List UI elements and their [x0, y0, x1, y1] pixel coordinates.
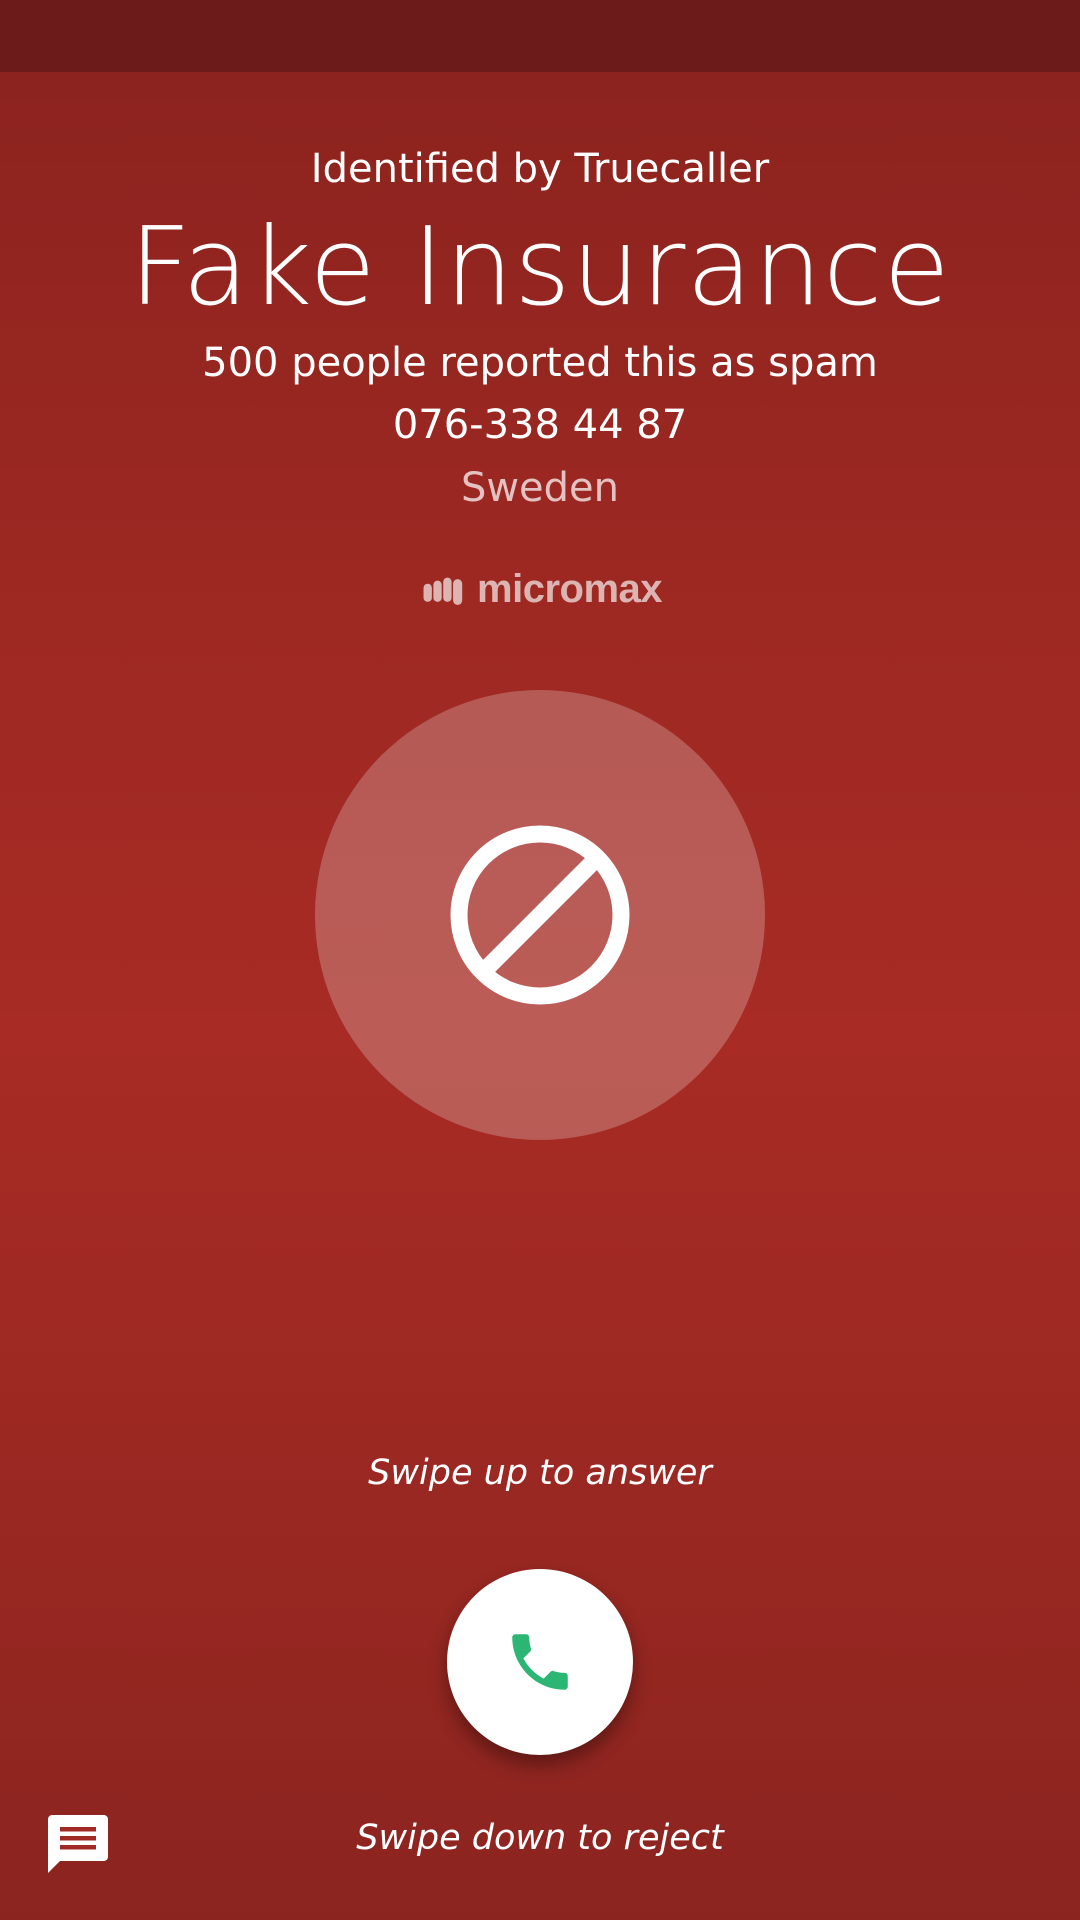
caller-phone-number: 076-338 44 87	[392, 402, 688, 448]
message-icon[interactable]	[46, 1813, 110, 1877]
micromax-logo: micromax	[422, 566, 662, 612]
spam-report-count: 500 people reported this as spam	[202, 340, 878, 386]
micromax-logo-text: micromax	[477, 567, 662, 611]
caller-country: Sweden	[460, 465, 620, 511]
answer-call-button[interactable]	[447, 1569, 633, 1755]
phone-icon	[512, 1634, 568, 1690]
swipe-down-hint: Swipe down to reject	[356, 1818, 724, 1858]
identified-by-label: Identified by Truecaller	[310, 146, 770, 192]
swipe-up-hint: Swipe up to answer	[368, 1453, 712, 1493]
micromax-hand-icon	[423, 577, 463, 605]
caller-name: Fake Insurance	[129, 205, 951, 330]
status-bar	[0, 0, 1080, 72]
block-icon[interactable]	[445, 820, 635, 1010]
